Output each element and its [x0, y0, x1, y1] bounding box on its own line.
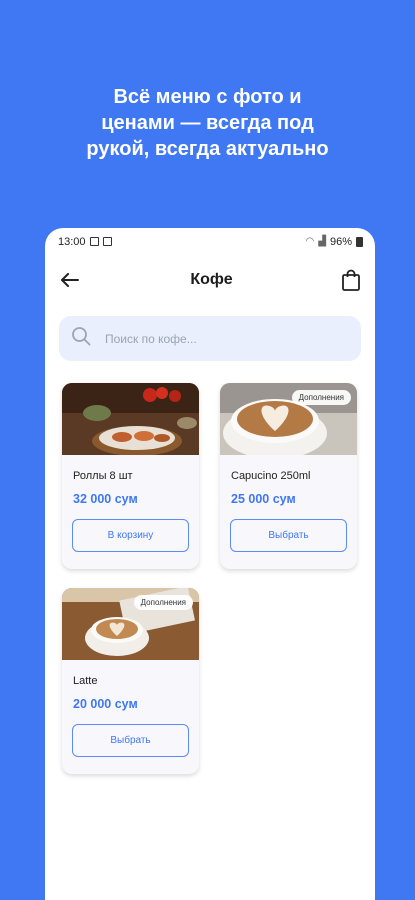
product-price: 20 000 сум	[73, 697, 138, 711]
wifi-icon: ◠	[305, 236, 315, 247]
select-button[interactable]: Выбрать	[230, 519, 347, 552]
back-arrow-icon[interactable]	[61, 270, 81, 290]
product-card[interactable]: Роллы 8 шт 32 000 сум В корзину	[62, 383, 199, 569]
status-time: 13:00	[58, 235, 86, 248]
promo-headline: Всё меню с фото и ценами — всегда под ру…	[0, 84, 415, 162]
product-name: Latte	[73, 675, 98, 687]
product-price: 25 000 сум	[231, 492, 296, 506]
product-name: Роллы 8 шт	[73, 470, 133, 482]
page-title: Кофе	[190, 271, 233, 288]
search-input[interactable]	[105, 331, 305, 346]
product-card[interactable]: Дополнения Capucino 250ml 25 000 сум Выб…	[220, 383, 357, 569]
product-price: 32 000 сум	[73, 492, 138, 506]
battery-icon	[356, 236, 363, 247]
phone-screen: 13:00 ◠ ▟ 96% Кофе Поиск по кофе... Ролл…	[45, 228, 375, 900]
status-bar: 13:00 ◠ ▟ 96%	[45, 228, 375, 255]
promo-line-2: ценами — всегда под	[101, 112, 314, 134]
addons-badge: Дополнения	[291, 390, 351, 405]
select-button[interactable]: Выбрать	[72, 724, 189, 757]
battery-level: 96%	[329, 235, 352, 248]
search-bar[interactable]	[59, 316, 361, 361]
promo-line-1: Всё меню с фото и	[113, 86, 302, 108]
product-image-rolls	[62, 383, 199, 455]
product-image-cappuccino: Дополнения	[220, 383, 357, 455]
search-icon	[71, 326, 91, 351]
product-card[interactable]: Дополнения Latte 20 000 сум Выбрать	[62, 588, 199, 774]
notification-icon	[89, 237, 99, 246]
app-bar: Кофе	[45, 259, 375, 301]
promo-line-3: рукой, всегда актуально	[86, 138, 329, 160]
product-image-latte: Дополнения	[62, 588, 199, 660]
product-name: Capucino 250ml	[231, 470, 311, 482]
signal-icon: ▟	[318, 236, 326, 247]
message-icon	[102, 237, 112, 246]
shopping-bag-icon[interactable]	[342, 269, 362, 291]
addons-badge: Дополнения	[133, 595, 193, 610]
add-to-cart-button[interactable]: В корзину	[72, 519, 189, 552]
